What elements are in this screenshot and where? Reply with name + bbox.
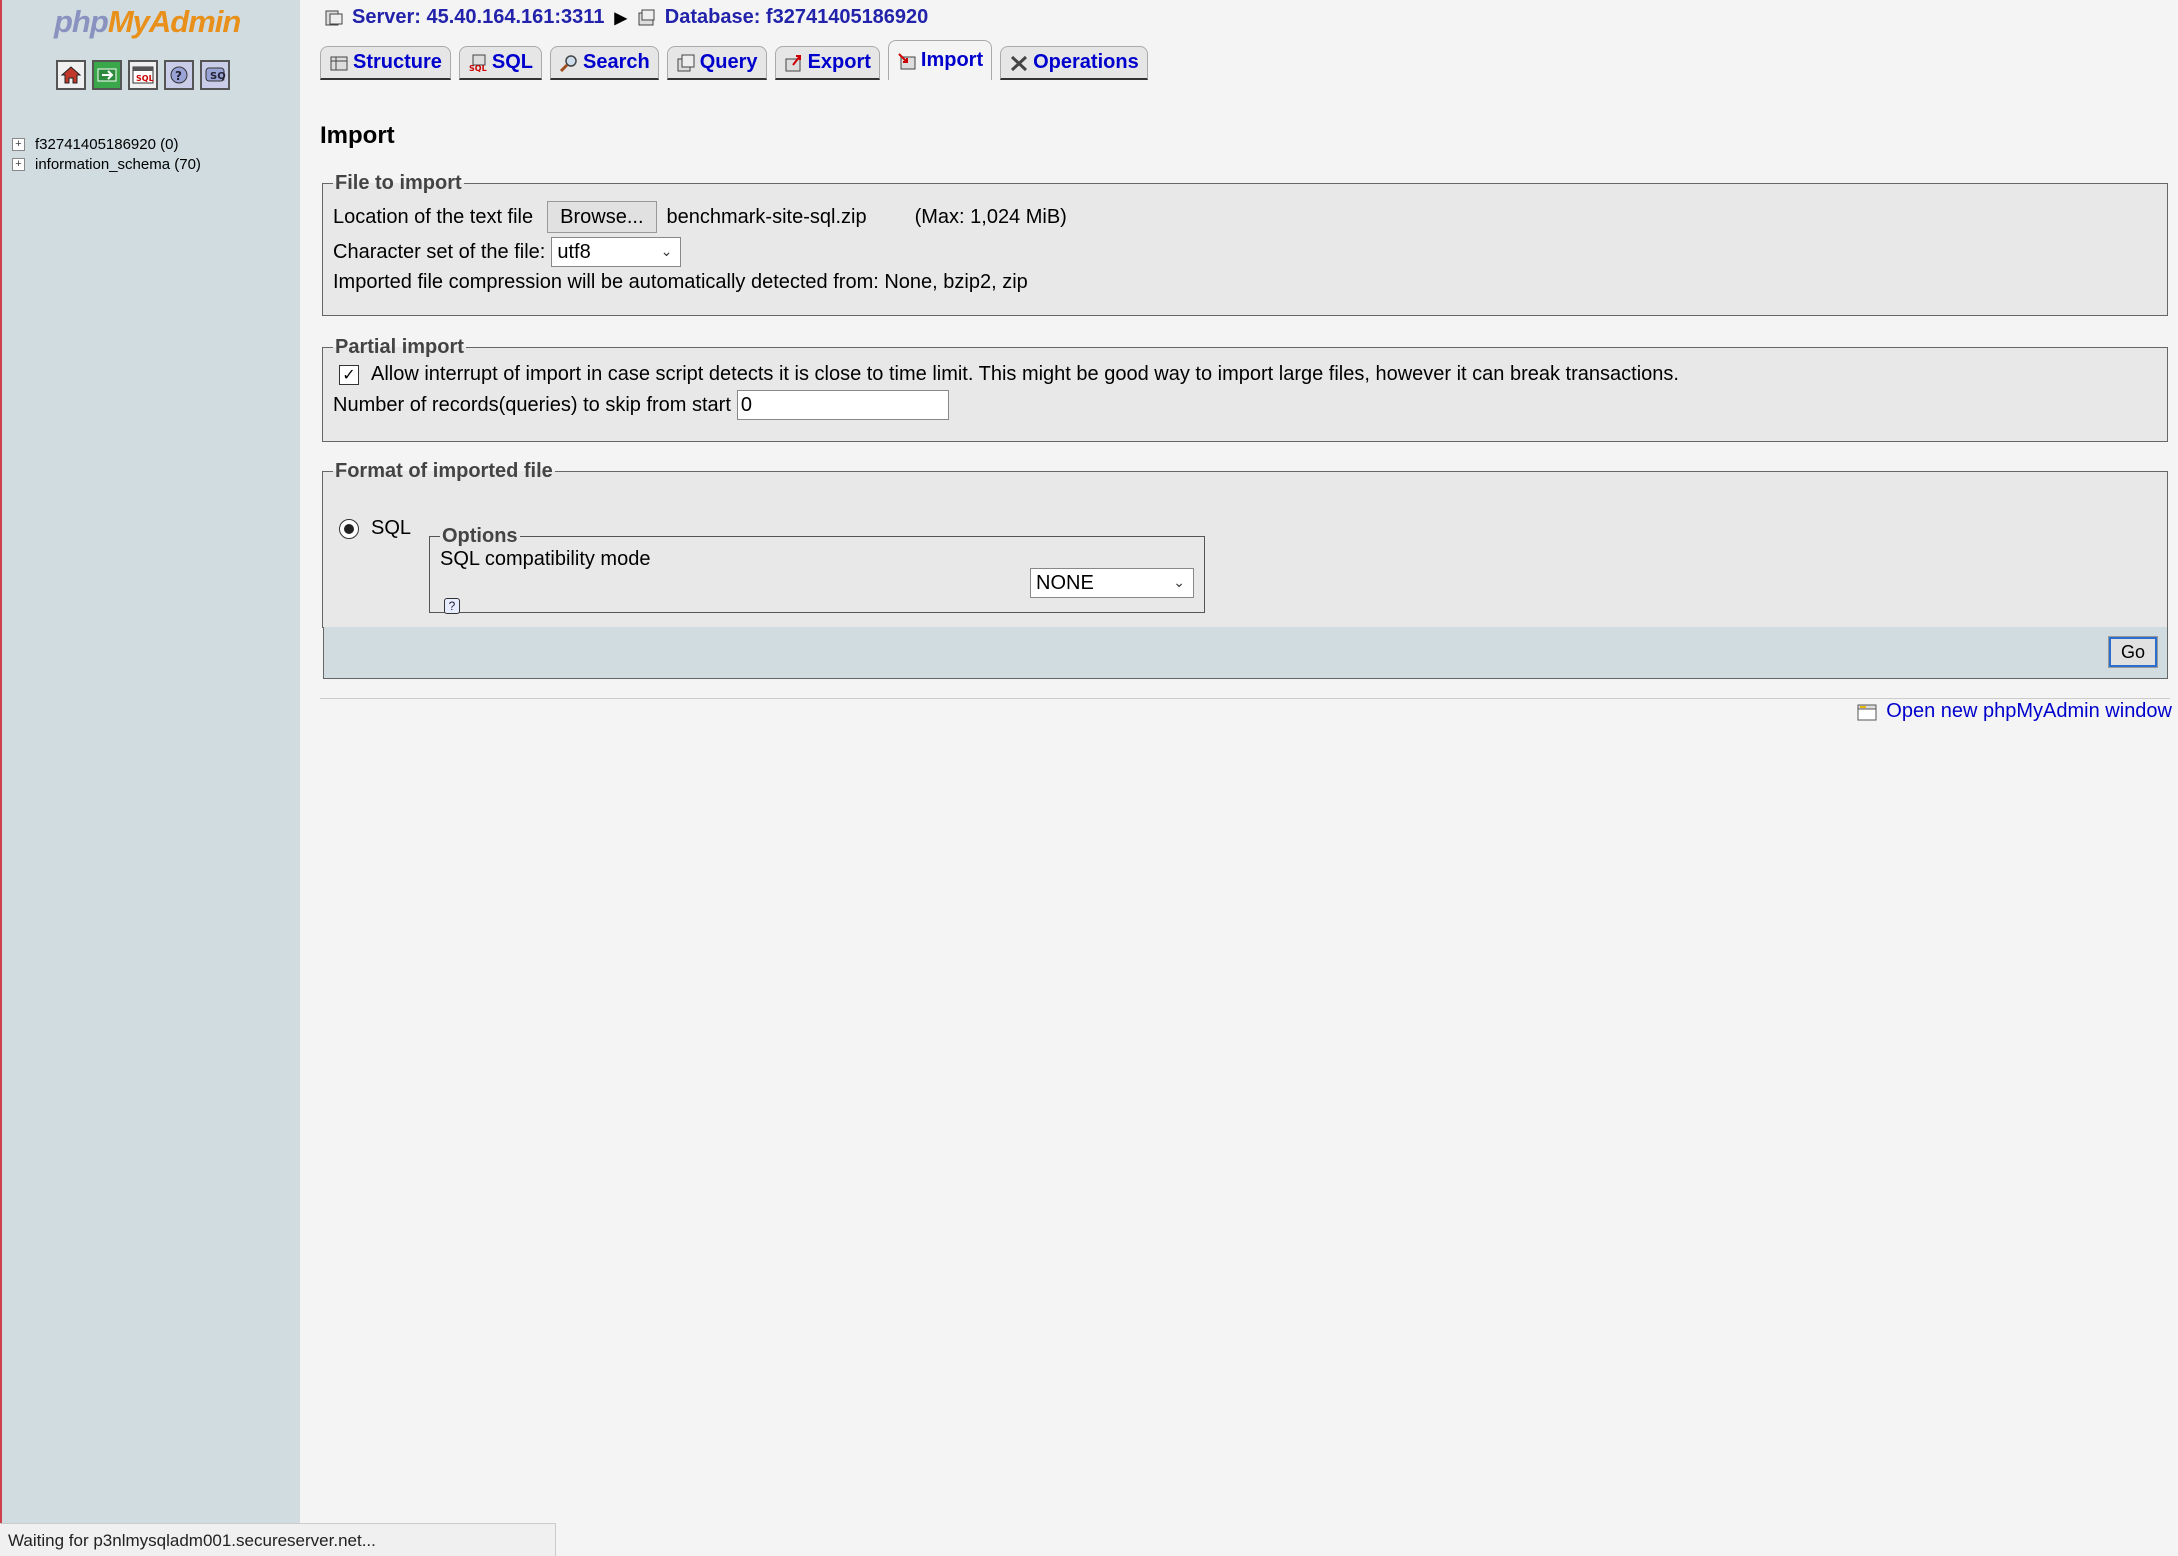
phpmyadmin-logo[interactable]: phpMyAdmin — [54, 4, 241, 40]
section-legend: Partial import — [335, 336, 464, 358]
expand-icon[interactable]: + — [12, 137, 25, 151]
status-text: Waiting for p3nlmysqladm001.secureserver… — [8, 1531, 376, 1550]
logo-php: php — [54, 4, 109, 39]
tab-export[interactable]: Export — [774, 46, 880, 80]
sql-options-section: Options SQL compatibility mode ? NONE ⌄ — [429, 525, 1205, 614]
search-icon — [559, 54, 577, 72]
breadcrumb-arrow-icon: ▶ — [614, 9, 627, 27]
tab-import[interactable]: Import — [887, 40, 993, 80]
tab-structure[interactable]: Structure — [320, 46, 451, 80]
export-icon — [785, 54, 801, 71]
tab-label: Structure — [353, 51, 442, 73]
charset-select[interactable]: utf8 ⌄ — [551, 237, 682, 267]
server-icon — [325, 10, 343, 25]
open-new-window-link[interactable]: Open new phpMyAdmin window — [1856, 700, 2172, 723]
query-icon — [677, 54, 695, 71]
svg-text:SQL: SQL — [469, 64, 487, 72]
import-icon — [898, 52, 916, 69]
browse-button[interactable]: Browse... — [547, 201, 657, 233]
breadcrumb-server[interactable]: Server: 45.40.164.161:3311 — [352, 6, 604, 29]
tab-operations[interactable]: Operations — [1000, 46, 1148, 80]
chevron-down-icon: ⌄ — [1173, 574, 1185, 590]
divider — [320, 698, 2170, 699]
chevron-down-icon: ⌄ — [660, 243, 673, 259]
sql-query-icon[interactable]: SQL — [128, 60, 158, 90]
section-legend: File to import — [335, 172, 462, 194]
structure-icon — [330, 56, 348, 70]
skip-records-input[interactable]: 0 — [736, 390, 949, 420]
exit-icon[interactable] — [92, 60, 122, 90]
selected-file-name: benchmark-site-sql.zip — [666, 205, 867, 228]
sql-icon: SQL — [469, 54, 487, 72]
logo-my: My — [107, 4, 150, 39]
navigation-frame: phpMyAdmin SQL ? SQL + f32741405186920 (… — [0, 0, 300, 1556]
navigation-icons: SQL ? SQL — [56, 60, 230, 90]
location-label: Location of the text file — [333, 205, 534, 228]
status-bar: Waiting for p3nlmysqladm001.secureserver… — [0, 1523, 556, 1556]
options-legend: Options — [442, 525, 518, 547]
svg-text:?: ? — [175, 69, 182, 83]
help-icon[interactable]: SQL — [200, 60, 230, 90]
tab-label: Import — [920, 49, 984, 71]
home-icon[interactable] — [56, 60, 86, 90]
docs-icon[interactable]: ? — [164, 60, 194, 90]
operations-icon — [1011, 55, 1028, 71]
help-icon[interactable]: ? — [444, 598, 460, 614]
logo-admin: Admin — [148, 4, 241, 39]
allow-interrupt-checkbox[interactable]: ✓ — [339, 364, 359, 385]
database-label[interactable]: f32741405186920 (0) — [35, 136, 178, 153]
max-size-label: (Max: 1,024 MiB) — [914, 205, 1067, 228]
section-legend: Format of imported file — [335, 460, 553, 482]
charset-label: Character set of the file: — [333, 240, 546, 263]
database-item[interactable]: + f32741405186920 (0) — [12, 134, 201, 154]
skip-records-label: Number of records(queries) to skip from … — [333, 393, 731, 416]
compat-mode-select[interactable]: NONE ⌄ — [1030, 568, 1194, 598]
tab-sql[interactable]: SQL SQL — [458, 46, 543, 80]
page-title: Import — [320, 122, 395, 149]
database-tree: + f32741405186920 (0) + information_sche… — [12, 134, 201, 174]
file-to-import-section: File to import Location of the text file… — [322, 172, 2168, 316]
svg-text:SQL: SQL — [210, 71, 226, 82]
skip-records-value: 0 — [740, 393, 753, 416]
expand-icon[interactable]: + — [12, 157, 25, 171]
compat-mode-value: NONE — [1036, 571, 1094, 594]
open-new-window-label[interactable]: Open new phpMyAdmin window — [1886, 700, 2172, 723]
database-item[interactable]: + information_schema (70) — [12, 154, 201, 174]
database-icon — [638, 9, 655, 25]
allow-interrupt-label[interactable]: Allow interrupt of import in case script… — [371, 363, 1679, 386]
submit-bar: Go — [323, 627, 2168, 679]
tab-search[interactable]: Search — [550, 46, 659, 80]
compression-note: Imported file compression will be automa… — [333, 271, 1028, 293]
tab-query[interactable]: Query — [666, 46, 767, 80]
partial-import-section: Partial import ✓ Allow interrupt of impo… — [322, 336, 2168, 442]
go-button[interactable]: Go — [2108, 636, 2158, 668]
database-label[interactable]: information_schema (70) — [35, 156, 201, 173]
sql-format-radio[interactable] — [339, 518, 359, 539]
tab-label: Search — [583, 51, 650, 73]
breadcrumb-database[interactable]: Database: f32741405186920 — [665, 6, 929, 29]
tab-label: Operations — [1033, 51, 1139, 73]
charset-value: utf8 — [557, 240, 591, 263]
tab-label: SQL — [491, 51, 534, 73]
breadcrumb: Server: 45.40.164.161:3311 ▶ Database: f… — [324, 6, 928, 29]
tab-bar: Structure SQL SQL Search Query Export Im… — [320, 40, 1156, 80]
tab-label: Export — [807, 51, 871, 73]
compat-mode-label: SQL compatibility mode — [440, 548, 651, 570]
new-window-icon — [1857, 704, 1877, 720]
format-section: Format of imported file SQL Options SQL … — [322, 460, 2168, 628]
main-frame: Server: 45.40.164.161:3311 ▶ Database: f… — [300, 0, 2178, 1556]
sql-format-label[interactable]: SQL — [371, 517, 411, 540]
svg-text:SQL: SQL — [136, 74, 154, 83]
tab-label: Query — [699, 51, 758, 73]
